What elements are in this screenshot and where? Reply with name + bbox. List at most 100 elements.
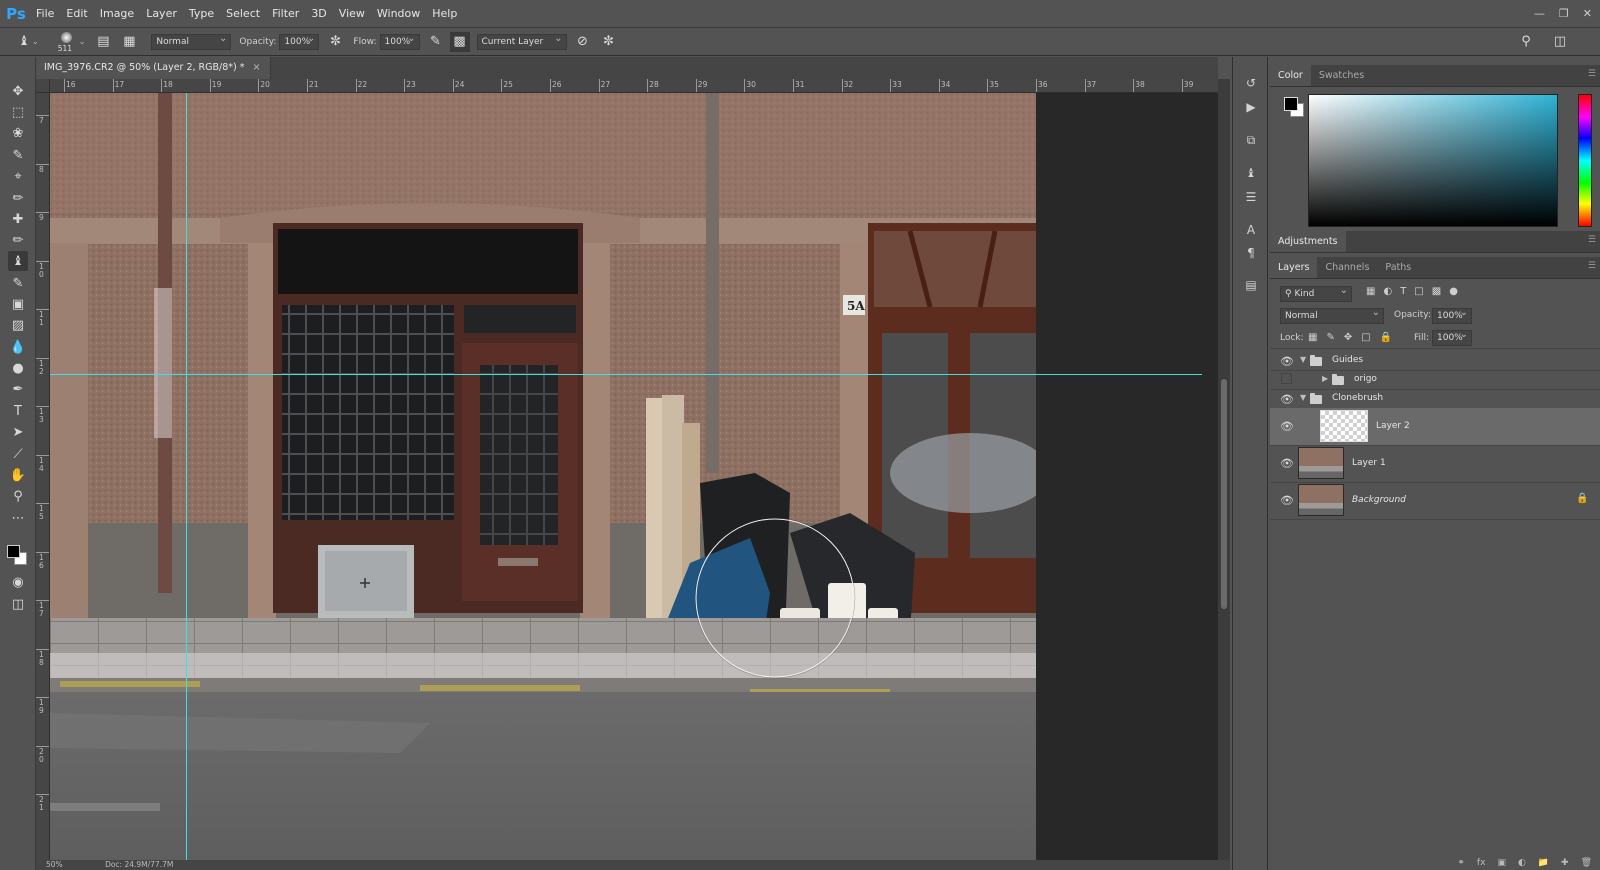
visibility-eye-icon[interactable]: 👁 [1280,354,1294,368]
new-adjustment-icon[interactable]: ◐ [1518,858,1526,868]
marquee-tool-icon[interactable]: ⬚ [8,102,28,122]
tab-channels[interactable]: Channels [1317,257,1377,278]
horizontal-guide[interactable] [50,374,1202,375]
document-tab[interactable]: IMG_3976.CR2 @ 50% (Layer 2, RGB/8*) * × [36,57,272,79]
menu-image[interactable]: Image [94,0,140,27]
pen-tool-icon[interactable]: ✒ [8,379,28,399]
layer-row-layer-1[interactable]: 👁 Layer 1 [1270,445,1600,482]
layer-row-clonebrush[interactable]: 👁 ▼ Clonebrush [1270,389,1600,408]
sample-dropdown[interactable]: Current Layer [476,32,567,50]
layer-row-background[interactable]: 👁 Background 🔒 [1270,482,1600,519]
brush-tool-icon[interactable]: ✏ [8,230,28,250]
new-group-icon[interactable]: 📁 [1538,858,1549,868]
layer-row-guides[interactable]: 👁 ▼ Guides [1270,351,1600,370]
paragraph-panel-icon[interactable]: ¶ [1241,243,1261,263]
smart-object-filter-icon[interactable]: ▩ [1432,286,1441,297]
clone-stamp-tool-preset-icon[interactable]: ♝ [14,32,34,52]
delete-layer-icon[interactable]: 🗑 [1581,858,1592,868]
status-zoom[interactable]: 50% [46,860,63,869]
ignore-adjustment-layers-icon[interactable]: ⊘ [573,32,593,52]
layer-row-layer-2-selected[interactable]: 👁 Layer 2 [1270,408,1600,445]
flow-field[interactable]: 100% [379,32,420,50]
pressure-opacity-icon[interactable]: ✼ [325,32,345,52]
vertical-guide[interactable] [186,93,187,860]
panel-menu-icon[interactable]: ☰ [1588,261,1596,271]
move-tool-icon[interactable]: ✥ [8,81,28,101]
lock-all-icon[interactable]: 🔒 [1380,332,1392,343]
visibility-eye-icon[interactable]: 👁 [1280,419,1294,433]
add-mask-icon[interactable]: ▣ [1497,858,1506,868]
screen-mode-icon[interactable]: ◫ [8,594,28,614]
menu-3d[interactable]: 3D [305,0,332,27]
lock-transparent-icon[interactable]: ▦ [1308,332,1317,343]
blur-tool-icon[interactable]: 💧 [8,337,28,357]
restore-icon[interactable]: ❐ [1559,7,1569,20]
color-picker-field[interactable] [1308,94,1558,227]
chevron-down-icon[interactable]: ⌄ [32,37,39,46]
chevron-down-icon[interactable]: ▼ [1300,355,1306,364]
hue-slider[interactable] [1578,94,1592,227]
menu-view[interactable]: View [333,0,371,27]
airbrush-icon[interactable]: ✎ [426,32,446,52]
visibility-eye-icon[interactable]: 👁 [1280,392,1294,406]
clone-source-icon[interactable]: ▦ [119,32,139,52]
opacity-field[interactable]: 100% [279,32,320,50]
eraser-tool-icon[interactable]: ▣ [8,294,28,314]
quick-select-tool-icon[interactable]: ✎ [8,145,28,165]
dodge-tool-icon[interactable]: ● [8,358,28,378]
menu-layer[interactable]: Layer [140,0,183,27]
canvas-area[interactable]: 5A [50,93,1218,860]
chevron-down-icon[interactable]: ▼ [1300,393,1306,402]
close-tab-icon[interactable]: × [253,62,261,73]
vertical-scrollbar[interactable] [1218,79,1230,860]
fill-field[interactable]: 100% [1432,328,1472,346]
history-panel-icon[interactable]: ↺ [1241,73,1261,93]
type-tool-icon[interactable]: T [8,401,28,421]
panel-menu-icon[interactable]: ☰ [1588,69,1596,79]
street-facade-photo[interactable]: 5A [50,93,1036,860]
more-tools-icon[interactable]: ⋯ [8,508,28,528]
lock-pixels-icon[interactable]: ✎ [1326,332,1334,343]
brush-panel-icon[interactable]: ▤ [93,32,113,52]
properties-panel-icon[interactable]: ▤ [1241,275,1261,295]
menu-type[interactable]: Type [183,0,220,27]
new-layer-icon[interactable]: ✚ [1561,858,1569,868]
search-icon[interactable]: ⚲ [1516,32,1536,52]
visibility-eye-icon[interactable]: 👁 [1280,493,1294,507]
pixel-filter-icon[interactable]: ▦ [1366,286,1375,297]
layer-opacity-field[interactable]: 100% [1432,306,1472,324]
layer-style-icon[interactable]: fx [1477,858,1486,868]
visibility-eye-icon[interactable]: 👁 [1280,456,1294,470]
type-filter-icon[interactable]: T [1400,286,1406,297]
lock-artboard-icon[interactable]: □ [1361,332,1370,343]
minimize-icon[interactable]: — [1534,7,1545,20]
link-layers-icon[interactable]: ⚭ [1457,858,1465,868]
mode-dropdown[interactable]: Normal [151,32,232,50]
healing-brush-tool-icon[interactable]: ✚ [8,209,28,229]
visibility-off-box[interactable] [1281,373,1292,384]
menu-edit[interactable]: Edit [60,0,93,27]
workspace-icon[interactable]: ◫ [1550,32,1570,52]
menu-filter[interactable]: Filter [266,0,305,27]
line-tool-icon[interactable]: ⟋ [8,444,28,464]
tab-layers[interactable]: Layers [1270,257,1318,278]
menu-file[interactable]: File [30,0,60,27]
quick-mask-icon[interactable]: ◉ [8,572,28,592]
brush-preset-picker[interactable]: 511 [53,30,79,54]
menu-help[interactable]: Help [426,0,463,27]
tab-color[interactable]: Color [1270,65,1311,86]
aligned-toggle-icon[interactable]: ▩ [449,31,470,52]
blend-mode-dropdown[interactable]: Normal [1280,306,1384,324]
ruler-corner[interactable] [36,79,50,93]
horizontal-ruler[interactable]: 16 17 18 19 20 21 22 23 24 25 26 27 28 29 30 31 32 33 34 35… [50,79,1218,93]
clone-stamp-tool-icon[interactable]: ♝ [8,251,28,271]
menu-window[interactable]: Window [371,0,426,27]
tab-swatches[interactable]: Swatches [1311,65,1372,86]
hand-tool-icon[interactable]: ✋ [8,465,28,485]
panel-menu-icon[interactable]: ☰ [1588,235,1596,245]
tab-paths[interactable]: Paths [1377,257,1419,278]
pressure-size-icon[interactable]: ✼ [599,32,619,52]
eyedropper-tool-icon[interactable]: ✏ [8,188,28,208]
menu-select[interactable]: Select [220,0,266,27]
actions-panel-icon[interactable]: ▶ [1241,97,1261,117]
